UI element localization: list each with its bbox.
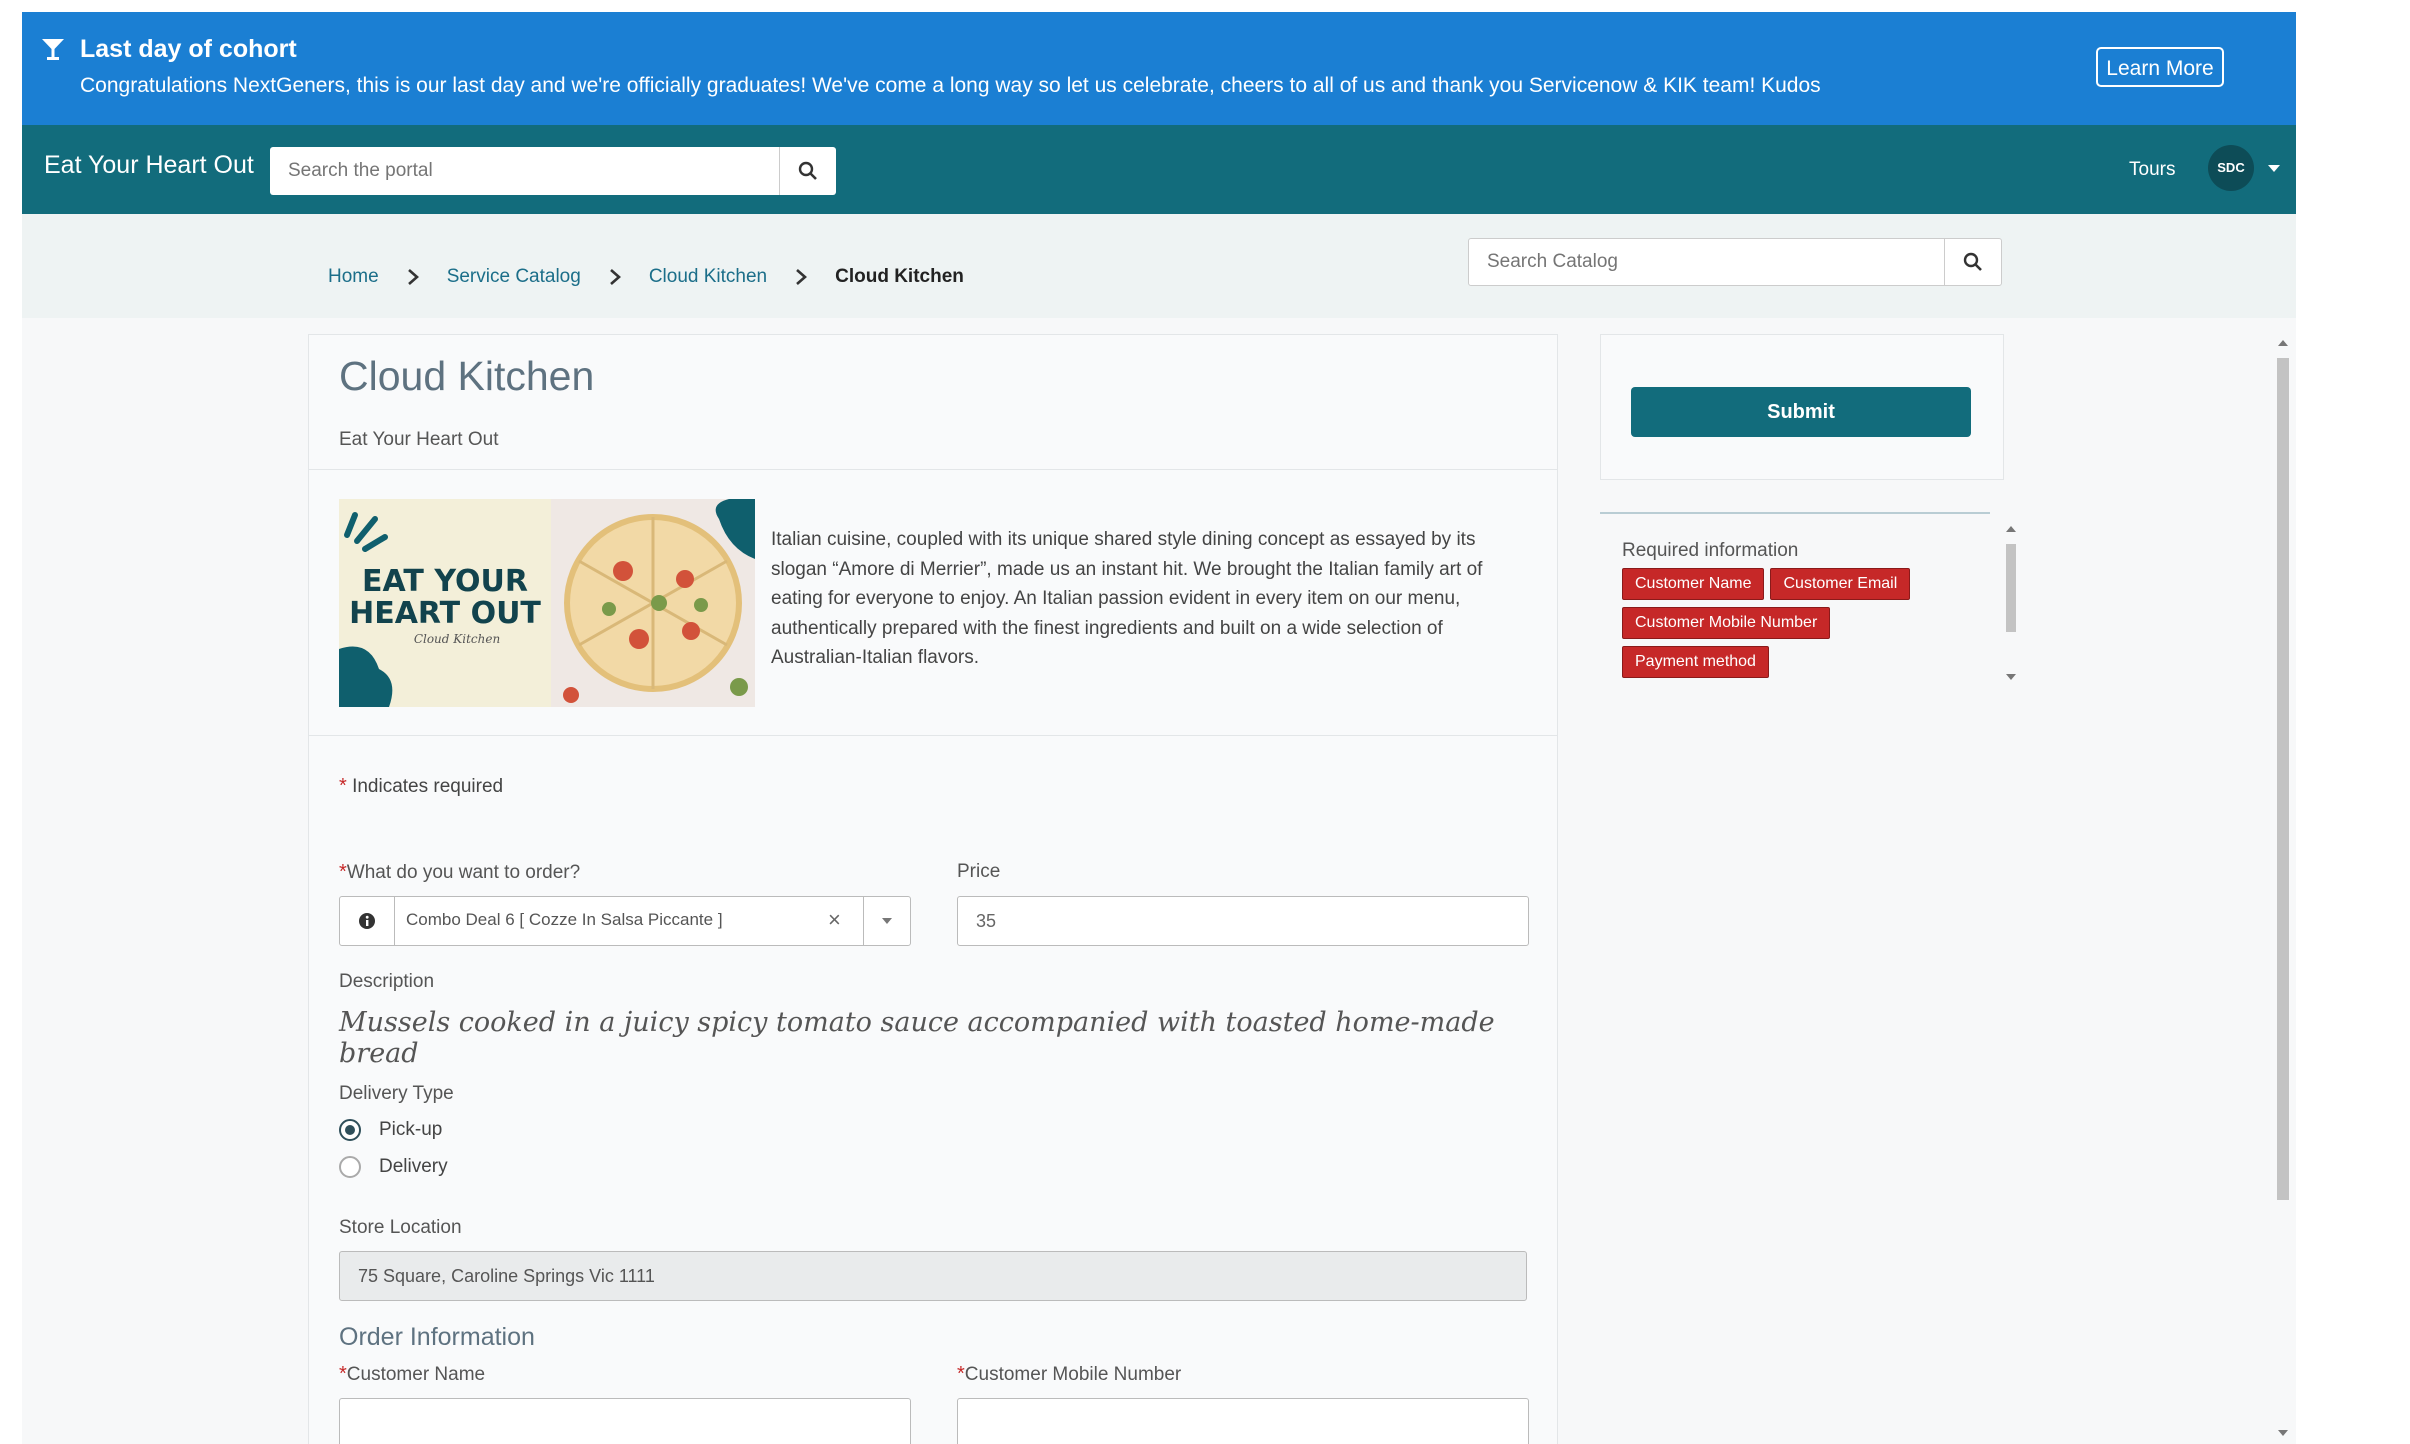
radio-pickup-label: Pick-up: [379, 1119, 443, 1140]
announcement-banner: Last day of cohort Congratulations NextG…: [22, 12, 2296, 125]
portal-search-button[interactable]: [779, 147, 836, 195]
chevron-down-icon: [882, 918, 892, 924]
required-tag-customer-email[interactable]: Customer Email: [1770, 568, 1911, 600]
submit-panel: Submit: [1600, 334, 2004, 480]
search-icon: [798, 161, 817, 180]
catalog-search-button[interactable]: [1944, 239, 2001, 285]
chevron-right-icon: [407, 269, 419, 285]
order-select[interactable]: Combo Deal 6 [ Cozze In Salsa Piccante ]…: [339, 896, 911, 946]
item-subtitle: Eat Your Heart Out: [339, 429, 499, 450]
breadcrumb: Home Service Catalog Cloud Kitchen Cloud…: [328, 266, 964, 288]
required-note: * Indicates required: [339, 775, 503, 798]
scroll-down-icon[interactable]: [2006, 674, 2016, 680]
chevron-right-icon: [796, 269, 808, 285]
required-note-text: Indicates required: [352, 776, 504, 797]
scroll-up-icon[interactable]: [2278, 340, 2288, 346]
search-icon: [1963, 252, 1982, 271]
scrollbar-thumb[interactable]: [2277, 358, 2289, 1200]
required-star: *: [957, 1363, 965, 1385]
scrollbar-thumb[interactable]: [2006, 544, 2016, 632]
required-tags: Customer Name Customer Email Customer Mo…: [1622, 568, 1968, 678]
customer-name-field[interactable]: [339, 1398, 911, 1444]
price-field[interactable]: 35: [957, 896, 1529, 946]
required-tag-customer-mobile[interactable]: Customer Mobile Number: [1622, 607, 1831, 639]
required-info-panel: Required information Customer Name Custo…: [1600, 512, 2016, 692]
required-star: *: [339, 775, 347, 797]
catalog-item-card: Cloud Kitchen Eat Your Heart Out EAT YOU…: [308, 334, 1558, 1444]
description-value: Mussels cooked in a juicy spicy tomato s…: [339, 1007, 1495, 1069]
radio-delivery[interactable]: Delivery: [339, 1156, 448, 1178]
order-information-heading: Order Information: [339, 1323, 535, 1351]
page-scrollbar[interactable]: [2272, 334, 2294, 1444]
portal-search-input[interactable]: [270, 147, 758, 195]
portal-brand[interactable]: Eat Your Heart Out: [44, 151, 254, 180]
breadcrumb-bar: Home Service Catalog Cloud Kitchen Cloud…: [22, 214, 2296, 318]
chevron-right-icon: [609, 269, 621, 285]
breadcrumb-service-catalog[interactable]: Service Catalog: [447, 266, 581, 288]
order-select-dropdown[interactable]: [863, 897, 910, 945]
required-info-scrollbar[interactable]: [2004, 524, 2018, 684]
chevron-down-icon[interactable]: [2268, 165, 2280, 172]
hero-script: Cloud Kitchen: [414, 632, 500, 646]
item-intro: EAT YOUR HEART OUT Cloud Kitchen Italian…: [309, 469, 1557, 736]
tours-link[interactable]: Tours: [2129, 159, 2175, 181]
required-tag-customer-name[interactable]: Customer Name: [1622, 568, 1765, 600]
divider: [1600, 512, 1990, 514]
radio-pickup[interactable]: Pick-up: [339, 1119, 442, 1141]
customer-mobile-field[interactable]: [957, 1398, 1529, 1444]
info-button[interactable]: [340, 897, 395, 945]
breadcrumb-home[interactable]: Home: [328, 266, 379, 288]
customer-mobile-label: *Customer Mobile Number: [957, 1363, 1181, 1386]
hero-line-2: HEART OUT: [349, 596, 541, 631]
item-header: Cloud Kitchen Eat Your Heart Out: [309, 335, 1557, 470]
page-title: Cloud Kitchen: [339, 353, 595, 399]
scroll-up-icon[interactable]: [2006, 526, 2016, 532]
banner-title: Last day of cohort: [80, 35, 297, 63]
order-select-value: Combo Deal 6 [ Cozze In Salsa Piccante ]: [406, 910, 723, 929]
order-label: *What do you want to order?: [339, 861, 580, 884]
customer-name-label-text: Customer Name: [346, 1364, 486, 1385]
required-star: *: [339, 1363, 347, 1385]
submit-button[interactable]: Submit: [1631, 387, 1971, 437]
catalog-search-input[interactable]: [1469, 239, 1943, 285]
store-location-field: 75 Square, Caroline Springs Vic 1111: [339, 1251, 1527, 1301]
required-star: *: [339, 861, 347, 883]
learn-more-button[interactable]: Learn More: [2096, 47, 2224, 87]
portal-header: Eat Your Heart Out Tours SDC: [22, 125, 2296, 214]
breadcrumb-cloud-kitchen-category[interactable]: Cloud Kitchen: [649, 266, 767, 288]
hero-line-1: EAT YOUR: [362, 564, 528, 599]
radio-unselected-icon[interactable]: [339, 1156, 361, 1178]
portal-search: [270, 147, 836, 195]
item-description-intro: Italian cuisine, coupled with its unique…: [771, 529, 1483, 668]
order-label-text: What do you want to order?: [346, 862, 581, 883]
radio-selected-icon[interactable]: [339, 1119, 361, 1141]
price-label: Price: [957, 861, 1001, 882]
banner-message: Congratulations NextGeners, this is our …: [80, 74, 1821, 97]
breadcrumb-current: Cloud Kitchen: [835, 266, 964, 287]
clear-icon[interactable]: ×: [828, 907, 841, 933]
customer-name-label: *Customer Name: [339, 1363, 485, 1386]
info-icon: [359, 913, 375, 929]
customer-mobile-label-text: Customer Mobile Number: [964, 1364, 1182, 1385]
user-avatar[interactable]: SDC: [2208, 145, 2254, 191]
browser-viewport: Last day of cohort Congratulations NextG…: [22, 12, 2296, 1444]
hero-image: EAT YOUR HEART OUT Cloud Kitchen: [339, 499, 755, 707]
store-location-label: Store Location: [339, 1217, 462, 1238]
cocktail-glass-icon: [42, 39, 64, 60]
description-label: Description: [339, 971, 435, 992]
catalog-search: [1468, 238, 2002, 286]
scroll-down-icon[interactable]: [2278, 1430, 2288, 1436]
required-info-title: Required information: [1622, 540, 1799, 561]
required-tag-payment-method[interactable]: Payment method: [1622, 646, 1769, 678]
radio-delivery-label: Delivery: [379, 1156, 448, 1177]
delivery-type-label: Delivery Type: [339, 1083, 454, 1104]
